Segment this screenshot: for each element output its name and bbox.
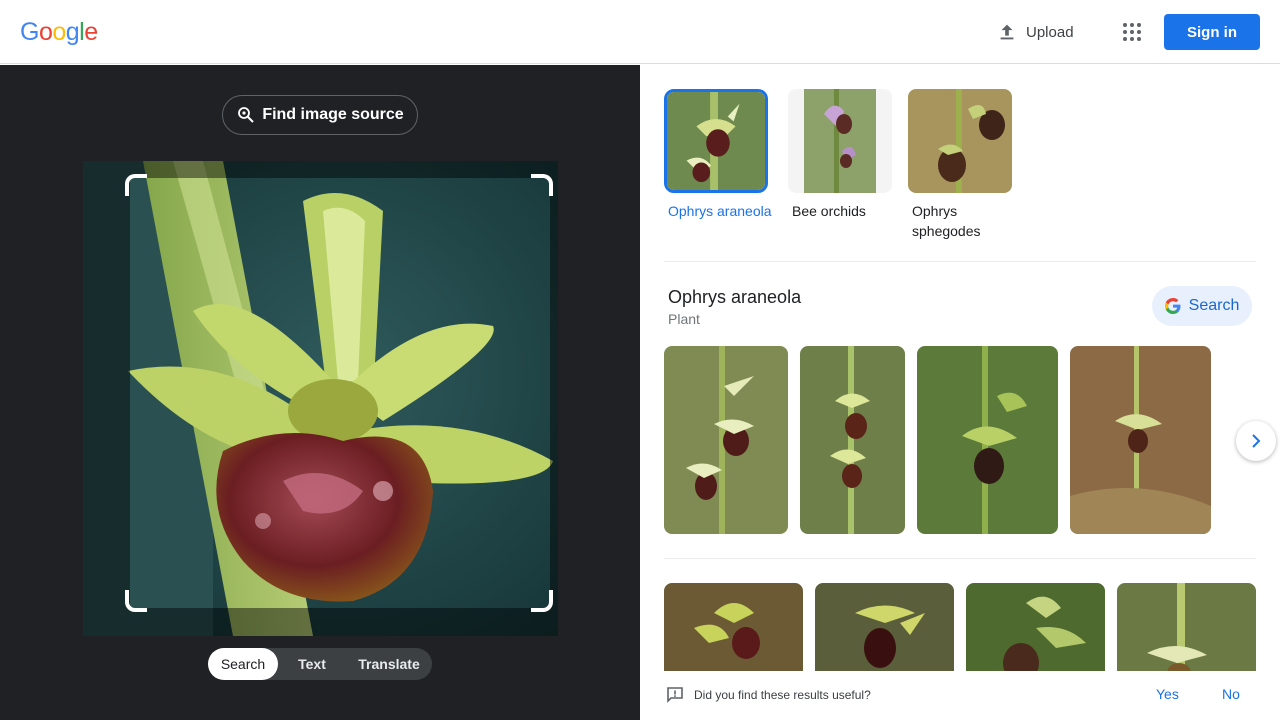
crop-handle-top-left[interactable]	[125, 174, 147, 196]
upload-icon	[1000, 24, 1014, 40]
feedback-bar: Did you find these results useful? Yes N…	[640, 671, 1280, 720]
crop-handle-bottom-right[interactable]	[531, 590, 553, 612]
crop-dim-bottom	[83, 608, 558, 636]
entity-chip-label: Bee orchids	[792, 203, 866, 219]
orchid-photo	[83, 161, 558, 636]
entity-chip-thumbnail	[788, 89, 892, 193]
entity-search-button[interactable]: Search	[1152, 286, 1252, 326]
sign-in-button[interactable]: Sign in	[1164, 14, 1260, 50]
entity-search-label: Search	[1188, 297, 1240, 314]
lens-search-icon	[238, 107, 255, 123]
orchid-thumbnail	[804, 89, 876, 193]
entity-chip-thumbnail	[664, 89, 768, 193]
google-logo[interactable]: Google	[20, 18, 98, 47]
divider	[664, 558, 1256, 559]
orchid-thumbnail	[667, 92, 765, 190]
entity-title: Ophrys araneola	[668, 287, 802, 307]
entity-chip-ophrys-araneola[interactable]: Ophrys araneola	[664, 89, 776, 221]
orchid-photo	[917, 346, 1058, 534]
logo-letter: G	[20, 18, 39, 46]
feedback-no-button[interactable]: No	[1222, 686, 1240, 702]
entity-image[interactable]	[1070, 346, 1211, 534]
apps-grid-icon	[1123, 23, 1141, 41]
apps-grid-button[interactable]	[1114, 14, 1150, 50]
crop-handle-top-right[interactable]	[531, 174, 553, 196]
mode-tabs: Search Text Translate	[208, 648, 432, 680]
entity-chip-label: Ophrys sphegodes	[912, 203, 981, 239]
orchid-photo	[1070, 346, 1211, 534]
logo-letter: o	[52, 18, 66, 46]
header: Google Upload Sign in	[0, 0, 1280, 64]
feedback-icon	[667, 687, 683, 703]
query-image-pane: Find image source Search Text Translate	[0, 65, 640, 720]
chevron-right-icon	[1252, 434, 1261, 448]
entity-chip-thumbnail	[908, 89, 1012, 193]
entity-chip-ophrys-sphegodes[interactable]: Ophrys sphegodes	[908, 89, 1020, 241]
feedback-yes-button[interactable]: Yes	[1156, 686, 1179, 702]
orchid-thumbnail	[908, 89, 1012, 193]
find-image-source-button[interactable]: Find image source	[222, 95, 418, 135]
upload-button[interactable]: Upload	[988, 14, 1082, 50]
entity-image[interactable]	[664, 346, 788, 534]
crop-dim-left	[83, 178, 130, 608]
upload-label: Upload	[1026, 23, 1074, 41]
results-pane: Ophrys araneola Bee orchids Ophrys spheg…	[640, 65, 1280, 720]
crop-dim-top	[83, 161, 558, 178]
feedback-question: Did you find these results useful?	[694, 688, 871, 702]
entity-subtitle: Plant	[668, 311, 700, 327]
orchid-photo	[664, 346, 788, 534]
logo-letter: g	[65, 18, 80, 46]
tab-text[interactable]: Text	[278, 648, 346, 680]
divider	[664, 261, 1256, 262]
entity-chip-bee-orchids[interactable]: Bee orchids	[788, 89, 900, 221]
carousel-next-button[interactable]	[1236, 421, 1276, 461]
orchid-photo	[800, 346, 905, 534]
google-g-icon	[1164, 298, 1181, 314]
crop-dim-right	[550, 178, 558, 608]
logo-letter: e	[84, 18, 98, 46]
find-image-source-label: Find image source	[262, 106, 404, 123]
logo-letter: o	[38, 18, 53, 46]
tab-search[interactable]: Search	[208, 648, 278, 680]
tab-translate[interactable]: Translate	[346, 648, 432, 680]
entity-image[interactable]	[917, 346, 1058, 534]
entity-image[interactable]	[800, 346, 905, 534]
entity-chip-label: Ophrys araneola	[668, 203, 772, 219]
crop-handle-bottom-left[interactable]	[125, 590, 147, 612]
query-image[interactable]	[83, 161, 558, 636]
